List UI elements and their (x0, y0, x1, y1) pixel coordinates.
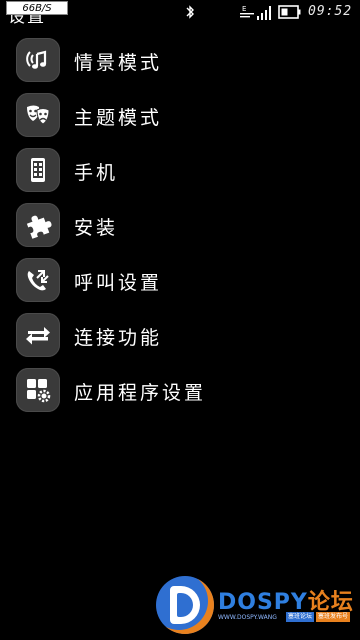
menu-item-connectivity[interactable]: 连接功能 (0, 309, 360, 359)
menu-item-label: 呼叫设置 (74, 272, 163, 294)
phone-device-icon (16, 148, 60, 192)
battery-icon (278, 5, 301, 19)
menu-item-label: 情景模式 (74, 52, 163, 74)
menu-item-label: 连接功能 (74, 327, 163, 349)
network-speed-indicator: 66B/S (6, 1, 68, 15)
menu-item-label: 安装 (74, 217, 119, 239)
app-settings-icon (16, 368, 60, 412)
dospy-watermark: DOSPY论坛 WWW.DOSPY.WANG 塞班论坛 塞班发布号 (156, 574, 356, 634)
menu-item-install[interactable]: 安装 (0, 199, 360, 249)
menu-item-label: 手机 (74, 162, 119, 184)
bluetooth-icon (186, 5, 194, 19)
menu-item-label: 主题模式 (74, 107, 163, 129)
watermark-tag-2: 塞班发布号 (316, 612, 351, 622)
menu-item-theme[interactable]: 主题模式 (0, 89, 360, 139)
call-settings-icon (16, 258, 60, 302)
signal-strength-icon: E (240, 5, 271, 20)
svg-text:E: E (242, 5, 246, 13)
menu-item-app-settings[interactable]: 应用程序设置 (0, 364, 360, 414)
puzzle-icon (16, 203, 60, 247)
watermark-tag-1: 塞班论坛 (286, 612, 315, 622)
watermark-url: WWW.DOSPY.WANG (218, 614, 277, 621)
profiles-icon (16, 38, 60, 82)
clock: 09:52 (308, 4, 353, 19)
menu-item-profiles[interactable]: 情景模式 (0, 34, 360, 84)
menu-item-label: 应用程序设置 (74, 382, 207, 404)
dospy-logo-icon (156, 576, 214, 634)
menu-item-phone[interactable]: 手机 (0, 144, 360, 194)
connectivity-arrows-icon (16, 313, 60, 357)
menu-item-call-settings[interactable]: 呼叫设置 (0, 254, 360, 304)
theme-masks-icon (16, 93, 60, 137)
status-bar: 设置 66B/S E 09:52 (0, 0, 360, 28)
